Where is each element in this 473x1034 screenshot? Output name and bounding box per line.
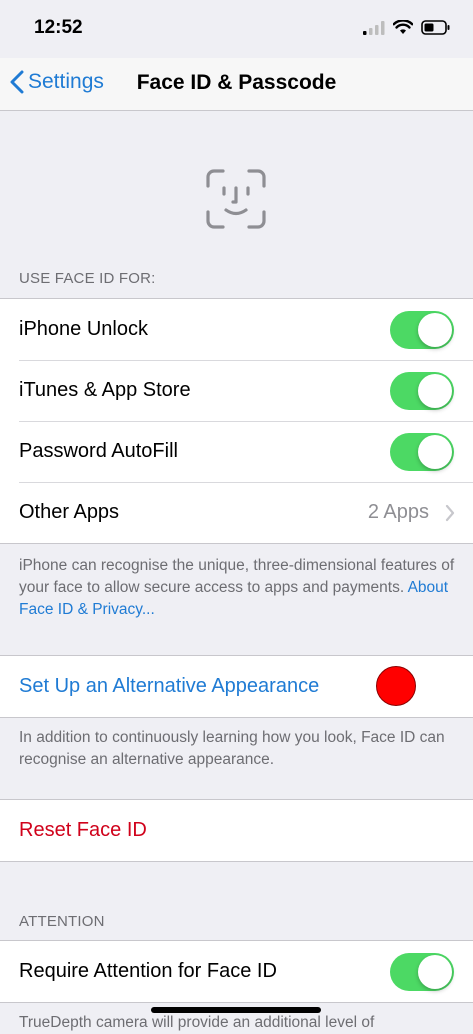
section-header-use-face-id: USE FACE ID FOR:	[19, 270, 156, 287]
reset-group: Reset Face ID	[0, 799, 473, 862]
list-item-require-attention: Require Attention for Face ID	[0, 941, 473, 1002]
require-attention-toggle[interactable]	[390, 952, 454, 991]
use-face-id-group: iPhone Unlock iTunes & App Store Passwor…	[0, 298, 473, 544]
row-label: Require Attention for Face ID	[19, 960, 277, 982]
cellular-signal-icon	[363, 20, 385, 35]
row-label: Reset Face ID	[19, 819, 147, 841]
alternative-appearance-group: Set Up an Alternative Appearance	[0, 655, 473, 718]
page-title: Face ID & Passcode	[136, 71, 337, 94]
password-autofill-toggle[interactable]	[390, 432, 454, 471]
list-item-password-autofill: Password AutoFill	[0, 421, 473, 482]
toggle-knob	[418, 312, 452, 347]
status-time: 12:52	[34, 17, 83, 38]
iphone-unlock-toggle[interactable]	[390, 310, 454, 349]
list-item-itunes-app-store: iTunes & App Store	[0, 360, 473, 421]
row-label: Password AutoFill	[19, 440, 178, 462]
row-label: Other Apps	[19, 501, 120, 523]
attention-group: Require Attention for Face ID	[0, 940, 473, 1003]
chevron-right-icon	[445, 504, 455, 521]
toggle-knob	[418, 373, 452, 408]
status-bar: 12:52	[0, 0, 473, 58]
toggle-knob	[418, 434, 452, 469]
other-apps-row[interactable]: Other Apps 2 Apps	[0, 482, 473, 543]
toggle-knob	[418, 954, 452, 989]
click-marker	[376, 666, 416, 706]
itunes-app-store-toggle[interactable]	[390, 371, 454, 410]
row-label: iTunes & App Store	[19, 379, 191, 401]
use-face-id-footer: iPhone can recognise the unique, three-d…	[19, 555, 459, 621]
list-item-iphone-unlock: iPhone Unlock	[0, 299, 473, 360]
section-header-attention: ATTENTION	[19, 913, 105, 930]
other-apps-value: 2 Apps	[367, 501, 429, 523]
row-label: iPhone Unlock	[19, 318, 148, 340]
alternative-appearance-footer: In addition to continuously learning how…	[19, 729, 445, 768]
attention-footer: TrueDepth camera will provide an additio…	[19, 1014, 375, 1031]
set-up-alternative-appearance-button[interactable]: Set Up an Alternative Appearance	[0, 656, 473, 717]
reset-face-id-button[interactable]: Reset Face ID	[0, 800, 473, 861]
status-icons	[363, 20, 451, 35]
footer-description: iPhone can recognise the unique, three-d…	[19, 557, 455, 596]
row-label: Set Up an Alternative Appearance	[19, 675, 320, 697]
battery-icon	[421, 20, 450, 35]
face-id-icon	[206, 169, 266, 229]
navigation-bar: Settings Face ID & Passcode	[0, 58, 473, 111]
home-indicator[interactable]	[151, 1007, 321, 1013]
wifi-icon	[393, 20, 413, 34]
face-id-header	[0, 110, 473, 265]
